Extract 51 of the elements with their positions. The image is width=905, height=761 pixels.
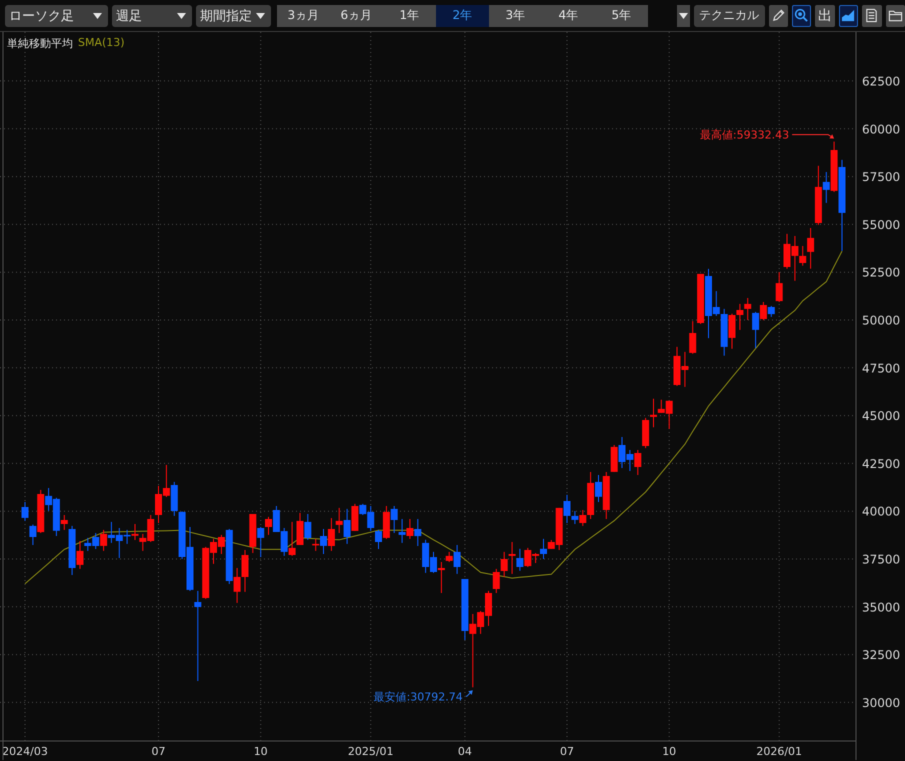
period-tab[interactable]: 2年 [436, 4, 489, 26]
price-annotation: 最安値:30792.74 [374, 690, 463, 704]
y-tick-label: 32500 [862, 648, 900, 662]
indicator-name: 単純移動平均 [7, 36, 73, 51]
caret-icon [93, 12, 102, 18]
y-tick-label: 55000 [862, 218, 900, 232]
x-tick-label: 2025/01 [348, 745, 394, 758]
annotation-arrow [465, 690, 473, 697]
x-tick-label: 2024/03 [2, 745, 48, 758]
y-tick-label: 52500 [862, 266, 900, 280]
x-tick-label: 07 [152, 745, 166, 758]
document-icon [864, 8, 880, 23]
candlestick [22, 502, 28, 522]
indicator-label: SMA(13) [78, 36, 125, 51]
x-tick-label: 10 [254, 745, 268, 758]
y-tick-label: 60000 [862, 122, 900, 136]
dropdown[interactable]: 週足 [112, 4, 192, 26]
y-tick-label: 35000 [862, 600, 900, 614]
tool-button[interactable] [768, 4, 788, 26]
y-tick-label: 30000 [862, 696, 900, 710]
tool-button[interactable] [792, 4, 812, 26]
technical-button[interactable]: テクニカル [694, 4, 765, 26]
y-tick-label: 45000 [862, 409, 900, 424]
tool-button[interactable] [838, 4, 858, 26]
folder-icon [888, 8, 903, 23]
dropdown[interactable]: 期間指定 [196, 4, 271, 26]
annotation-arrow [792, 134, 834, 139]
y-tick-label: 62500 [862, 74, 900, 88]
y-tick-label: 37500 [862, 552, 900, 566]
candlestick [776, 272, 783, 302]
tool-button[interactable] [886, 4, 905, 26]
zoom-icon [794, 8, 810, 23]
y-tick-label: 40000 [862, 504, 900, 519]
pencil-icon [770, 8, 786, 23]
area-chart-icon [840, 8, 856, 23]
dropdown[interactable]: ローソク足 [5, 4, 108, 26]
y-tick-label: 47500 [862, 361, 900, 376]
y-tick-label: 42500 [862, 456, 900, 471]
caret-icon [176, 12, 186, 18]
tool-button[interactable] [862, 4, 882, 26]
price-annotation: 最高値:59332.43 [700, 128, 790, 142]
x-tick-label: 07 [560, 745, 574, 758]
caret-icon [678, 12, 688, 18]
y-tick-label: 50000 [862, 314, 900, 328]
x-tick-label: 10 [662, 745, 676, 758]
x-tick-label: 04 [458, 745, 472, 758]
caret-icon [256, 12, 265, 18]
tool-button[interactable]: 出 [815, 4, 835, 26]
dropdown-button[interactable] [677, 4, 690, 26]
x-tick-label: 2026/01 [756, 745, 802, 758]
y-tick-label: 57500 [862, 170, 900, 184]
